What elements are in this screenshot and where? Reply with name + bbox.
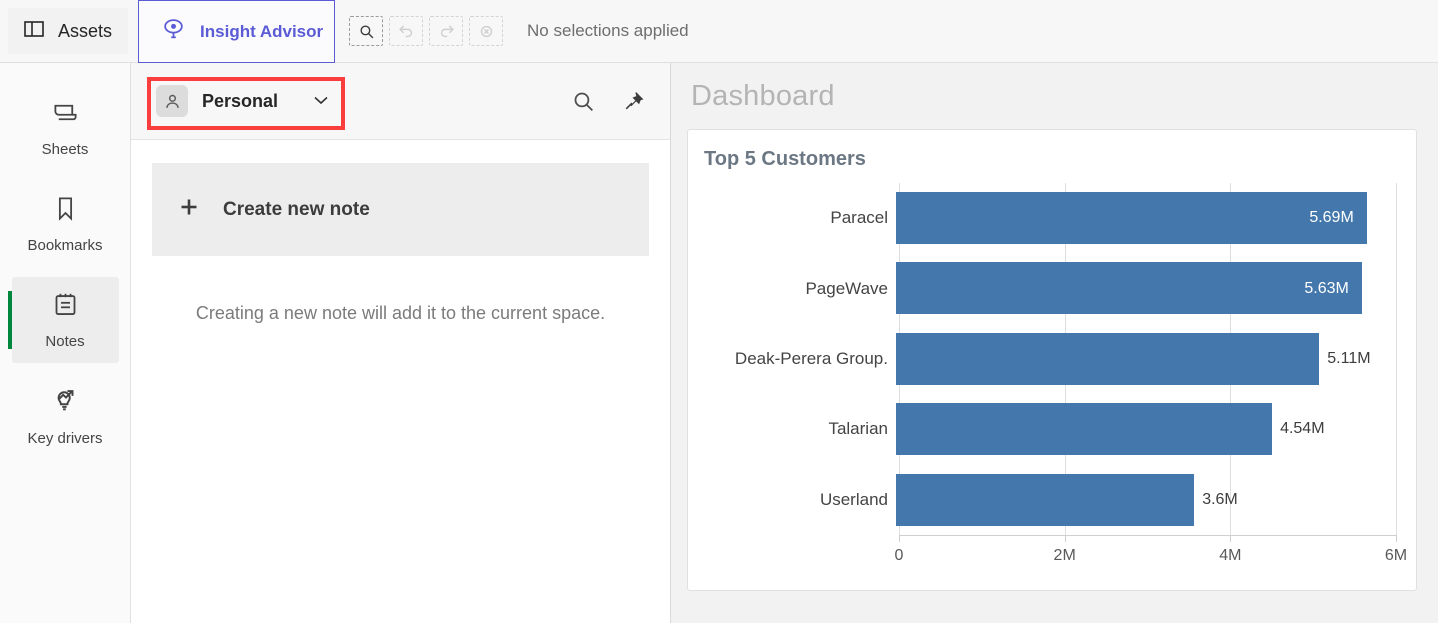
- page-title: Dashboard: [691, 80, 1415, 113]
- selection-status-text: No selections applied: [527, 21, 689, 41]
- main-content: Dashboard Top 5 Customers Paracel5.69MPa…: [671, 63, 1438, 623]
- undo-icon: [389, 16, 423, 46]
- chart-card[interactable]: Top 5 Customers Paracel 5.69M PageWave 5.63…: [687, 129, 1417, 591]
- x-tick: [1230, 535, 1231, 542]
- x-tick: [1396, 535, 1397, 542]
- x-tick: [1065, 535, 1066, 542]
- chart-title: Top 5 Customers: [704, 148, 1394, 171]
- x-tick-label: 2M: [1054, 547, 1076, 565]
- panel-layout-icon: [22, 17, 46, 46]
- bar[interactable]: [896, 192, 1367, 244]
- sidebar-item-key-drivers[interactable]: Key drivers: [12, 373, 119, 459]
- tab-insight-advisor-label: Insight Advisor: [200, 22, 323, 42]
- chart-bars: Paracel 5.69M PageWave 5.63M Deak-Perera Gro…: [704, 183, 1396, 535]
- x-tick: [899, 535, 900, 542]
- redo-icon: [429, 16, 463, 46]
- bar-track: 4.54M: [896, 394, 1396, 464]
- space-name-label: Personal: [202, 91, 278, 112]
- bar-category-label: Userland: [704, 490, 896, 510]
- sidebar-item-sheets[interactable]: Sheets: [12, 85, 119, 171]
- x-tick-label: 6M: [1385, 547, 1407, 565]
- app-root: Assets Insight Advisor: [0, 0, 1438, 623]
- bar-row[interactable]: Paracel 5.69M: [704, 183, 1396, 253]
- sidebar-item-label: Sheets: [42, 141, 89, 158]
- bar-row[interactable]: Deak-Perera Group. 5.11M: [704, 324, 1396, 394]
- top-toolbar: Assets Insight Advisor: [0, 0, 1438, 63]
- lightbulb-eye-icon: [161, 17, 186, 47]
- chevron-down-icon: [314, 92, 328, 110]
- sheets-icon: [52, 99, 79, 131]
- bar-value-label: 5.69M: [1309, 209, 1353, 227]
- create-new-note-button[interactable]: Create new note: [152, 163, 649, 256]
- notes-header-actions: [571, 89, 645, 114]
- pin-icon[interactable]: [622, 90, 645, 113]
- bar-chart: Paracel 5.69M PageWave 5.63M Deak-Perera Gro…: [704, 183, 1396, 571]
- bar-row[interactable]: PageWave 5.63M: [704, 253, 1396, 323]
- notes-icon: [52, 291, 79, 323]
- bar-track: 5.63M: [896, 253, 1396, 323]
- bar-track: 5.69M: [896, 183, 1396, 253]
- bar[interactable]: [896, 474, 1194, 526]
- bar[interactable]: [896, 262, 1362, 314]
- bar-category-label: Talarian: [704, 419, 896, 439]
- bookmark-icon: [52, 195, 79, 227]
- tab-insight-advisor[interactable]: Insight Advisor: [138, 0, 335, 63]
- key-drivers-icon: [51, 386, 80, 420]
- selection-search-icon[interactable]: [349, 16, 383, 46]
- x-axis-line: [899, 535, 1396, 536]
- selection-toolbar: No selections applied: [349, 0, 689, 62]
- bar-value-label: 5.11M: [1327, 350, 1370, 368]
- sidebar-item-label: Key drivers: [27, 430, 102, 447]
- left-sidebar: Sheets Bookmarks Notes: [0, 63, 131, 623]
- x-tick-label: 4M: [1219, 547, 1241, 565]
- x-tick-label: 0: [895, 547, 904, 565]
- notes-empty-hint: Creating a new note will add it to the c…: [131, 303, 670, 324]
- plus-icon: [177, 195, 201, 224]
- notes-panel: Personal: [131, 63, 671, 623]
- sidebar-item-notes[interactable]: Notes: [12, 277, 119, 363]
- bar-category-label: PageWave: [704, 279, 896, 299]
- bar-value-label: 5.63M: [1304, 280, 1348, 298]
- bar-row[interactable]: Userland 3.6M: [704, 465, 1396, 535]
- person-icon: [156, 85, 188, 117]
- sidebar-item-label: Bookmarks: [27, 237, 102, 254]
- gridline: [1396, 183, 1397, 535]
- assets-button[interactable]: Assets: [8, 8, 128, 54]
- bar-track: 5.11M: [896, 324, 1396, 394]
- bar-track: 3.6M: [896, 465, 1396, 535]
- bar[interactable]: [896, 333, 1319, 385]
- bar-value-label: 4.54M: [1280, 420, 1324, 438]
- bar-category-label: Deak-Perera Group.: [704, 349, 896, 369]
- assets-label: Assets: [58, 21, 112, 42]
- search-icon[interactable]: [571, 89, 596, 114]
- bar-row[interactable]: Talarian 4.54M: [704, 394, 1396, 464]
- notes-panel-header: Personal: [131, 63, 670, 140]
- create-new-note-label: Create new note: [223, 199, 370, 221]
- bar-value-label: 3.6M: [1202, 491, 1238, 509]
- bar[interactable]: [896, 403, 1272, 455]
- clear-selections-icon: [469, 16, 503, 46]
- sidebar-item-bookmarks[interactable]: Bookmarks: [12, 181, 119, 267]
- bar-category-label: Paracel: [704, 208, 896, 228]
- space-selector-dropdown[interactable]: Personal: [156, 85, 328, 117]
- sidebar-item-label: Notes: [45, 333, 84, 350]
